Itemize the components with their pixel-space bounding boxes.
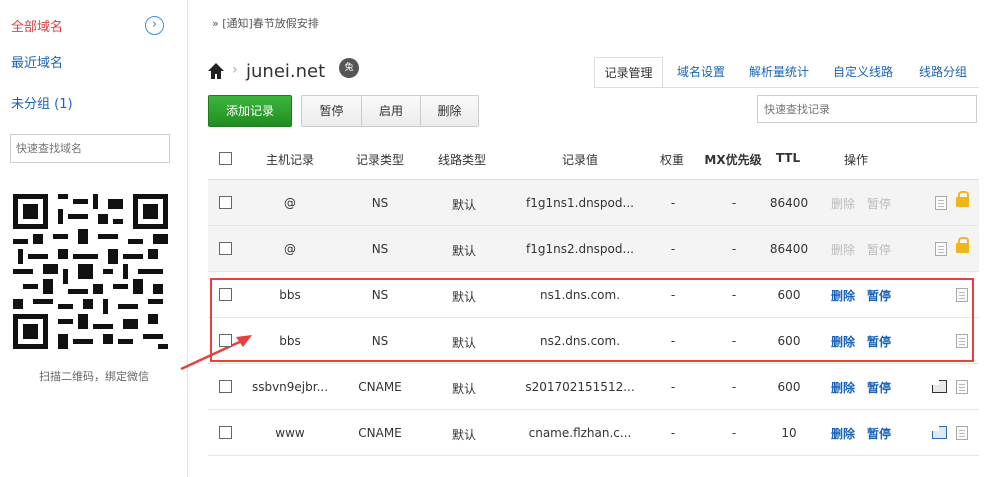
cell-line: 默认 — [451, 428, 476, 442]
cell-mx: - — [731, 242, 737, 256]
column-header-mx: MX优先级 — [704, 153, 762, 167]
remark-icon[interactable] — [956, 380, 968, 394]
column-header-actions: 操作 — [843, 153, 868, 167]
remark-icon[interactable] — [956, 426, 968, 440]
row-checkbox[interactable] — [219, 380, 232, 393]
cell-weight: - — [670, 196, 676, 210]
cell-mx: - — [731, 426, 737, 440]
cell-host: @ — [284, 196, 296, 210]
table-row: ssbvn9ejbr... CNAME 默认 s201702151512... … — [208, 364, 979, 410]
home-icon[interactable] — [207, 62, 225, 80]
row-delete-link[interactable]: 删除 — [831, 241, 855, 258]
tabs-divider — [594, 87, 979, 88]
tab-custom-lines[interactable]: 自定义线路 — [827, 57, 899, 88]
record-search-input[interactable] — [757, 95, 977, 123]
cell-ttl: 600 — [777, 380, 801, 394]
cell-mx: - — [731, 196, 737, 210]
chevron-right-circle-icon[interactable]: › — [145, 16, 164, 35]
enable-button[interactable]: 启用 — [361, 96, 420, 126]
record-action-group: 暂停 启用 删除 — [301, 95, 479, 127]
cell-weight: - — [670, 426, 676, 440]
load-balance-icon[interactable] — [929, 377, 947, 393]
cell-ttl: 10 — [781, 426, 797, 440]
cell-type: NS — [371, 196, 389, 210]
notice-link[interactable]: » [通知]春节放假安排 — [212, 15, 319, 31]
row-delete-link[interactable]: 删除 — [831, 379, 855, 396]
domain-title: junei.net — [246, 61, 326, 82]
cell-type: CNAME — [358, 426, 402, 440]
cell-value: f1g1ns1.dnspod... — [526, 196, 634, 210]
add-record-button[interactable]: 添加记录 — [208, 95, 292, 127]
remark-icon[interactable] — [935, 196, 947, 210]
pause-button[interactable]: 暂停 — [302, 96, 361, 126]
row-pause-link[interactable]: 暂停 — [867, 241, 891, 258]
delete-button[interactable]: 删除 — [420, 96, 478, 126]
row-pause-link[interactable]: 暂停 — [867, 379, 891, 396]
tab-line-groups[interactable]: 线路分组 — [912, 57, 974, 88]
column-header-line: 线路类型 — [437, 153, 486, 167]
cell-ttl: 86400 — [769, 242, 809, 256]
tab-query-stats[interactable]: 解析量统计 — [744, 57, 814, 88]
wechat-qr-code — [13, 194, 168, 349]
lock-icon — [956, 191, 969, 207]
domain-search-input[interactable] — [10, 134, 170, 163]
sidebar-item-ungrouped[interactable]: 未分组 (1) — [11, 93, 73, 112]
row-delete-link[interactable]: 删除 — [831, 425, 855, 442]
cell-ttl: 86400 — [769, 196, 809, 210]
cell-weight: - — [670, 380, 676, 394]
qr-caption: 扫描二维码，绑定微信 — [39, 370, 149, 383]
row-checkbox[interactable] — [219, 242, 232, 255]
row-checkbox[interactable] — [219, 196, 232, 209]
row-pause-link[interactable]: 暂停 — [867, 425, 891, 442]
sidebar-item-all-domains[interactable]: 全部域名 — [11, 16, 63, 35]
select-all-checkbox[interactable] — [219, 152, 232, 165]
cell-mx: - — [731, 380, 737, 394]
column-header-value: 记录值 — [561, 153, 598, 167]
cell-type: NS — [371, 242, 389, 256]
column-header-host: 主机记录 — [265, 153, 314, 167]
breadcrumb-separator: › — [232, 62, 238, 78]
remark-icon[interactable] — [935, 242, 947, 256]
table-row: www CNAME 默认 cname.flzhan.c... - - 10 删除… — [208, 410, 979, 456]
column-header-ttl: TTL — [775, 151, 801, 165]
sidebar-item-recent-domains[interactable]: 最近域名 — [11, 52, 63, 71]
tab-domain-settings[interactable]: 域名设置 — [668, 57, 734, 88]
table-row: @ NS 默认 f1g1ns2.dnspod... - - 86400 删除 暂… — [208, 226, 979, 272]
cell-type: CNAME — [358, 380, 402, 394]
tab-records[interactable]: 记录管理 — [594, 57, 663, 88]
cell-line: 默认 — [451, 382, 476, 396]
cell-value: s201702151512... — [525, 380, 635, 394]
sidebar: 全部域名 › 最近域名 未分组 (1) 扫描二维码，绑定微信 — [0, 0, 188, 477]
row-pause-link[interactable]: 暂停 — [867, 195, 891, 212]
cell-value: cname.flzhan.c... — [528, 426, 632, 440]
column-header-weight: 权重 — [659, 153, 684, 167]
cell-host: www — [275, 426, 305, 440]
annotation-highlight-box — [210, 278, 974, 362]
lock-icon — [956, 237, 969, 253]
cell-host: @ — [284, 242, 296, 256]
cell-value: f1g1ns2.dnspod... — [526, 242, 634, 256]
cell-host: ssbvn9ejbr... — [251, 380, 329, 394]
row-checkbox[interactable] — [219, 426, 232, 439]
column-header-type: 记录类型 — [355, 153, 404, 167]
table-row: @ NS 默认 f1g1ns1.dnspod... - - 86400 删除 暂… — [208, 180, 979, 226]
cell-weight: - — [670, 242, 676, 256]
rabbit-icon: 兔 — [339, 58, 359, 78]
cell-line: 默认 — [451, 244, 476, 258]
load-balance-icon[interactable] — [929, 423, 947, 439]
cell-line: 默认 — [451, 198, 476, 212]
row-delete-link[interactable]: 删除 — [831, 195, 855, 212]
